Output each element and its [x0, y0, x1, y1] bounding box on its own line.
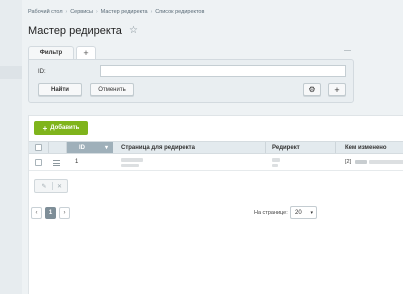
- breadcrumb-item-services[interactable]: Сервисы: [70, 9, 93, 15]
- column-header-id[interactable]: ID ▾: [67, 142, 113, 153]
- column-header-changed-by[interactable]: Кем изменено: [345, 142, 387, 153]
- favorite-star-icon[interactable]: ☆: [129, 25, 138, 36]
- cancel-button[interactable]: Отменить: [90, 83, 134, 96]
- breadcrumb-item-redirect-list[interactable]: Список редиректов: [155, 9, 204, 15]
- sort-arrow-icon: ▾: [104, 145, 108, 151]
- add-button[interactable]: + Добавить: [34, 121, 88, 135]
- row-menu-icon[interactable]: [53, 160, 60, 166]
- column-divider: [48, 142, 49, 153]
- column-divider: [335, 142, 336, 153]
- filter-minimize-icon[interactable]: —: [344, 47, 351, 54]
- grid-header: ID ▾ Страница для редиректа Редирект Кем…: [29, 141, 403, 154]
- pager-prev-button[interactable]: ‹: [31, 207, 42, 219]
- table-row[interactable]: 1 [2]: [29, 155, 403, 171]
- per-page-select[interactable]: 20 ▾: [290, 206, 317, 219]
- breadcrumb-separator: ›: [96, 9, 98, 15]
- plus-icon: +: [42, 123, 48, 133]
- page-title: Мастер редиректа: [28, 25, 122, 37]
- delete-x-icon[interactable]: ✕: [52, 182, 66, 190]
- pager-next-button[interactable]: ›: [59, 207, 70, 219]
- add-button-label: Добавить: [50, 125, 80, 131]
- column-header-redirect[interactable]: Редирект: [272, 142, 300, 153]
- breadcrumb-item-desktop[interactable]: Рабочий стол: [28, 9, 63, 15]
- row-id: 1: [75, 159, 79, 165]
- per-page-value: 20: [295, 209, 302, 216]
- filter-settings-gear-icon[interactable]: ⚙: [303, 83, 321, 96]
- redacted-user-name: [355, 160, 367, 164]
- changed-by-id: [2]: [345, 159, 352, 165]
- select-all-checkbox[interactable]: [35, 144, 42, 151]
- row-checkbox[interactable]: [35, 159, 42, 166]
- left-sidebar: [0, 0, 22, 294]
- edit-pencil-icon[interactable]: ✎: [37, 182, 51, 190]
- redacted-page-url: [121, 158, 143, 162]
- id-filter-label: ID:: [38, 69, 46, 75]
- breadcrumb-separator: ›: [150, 9, 153, 15]
- redacted-user-name: [369, 160, 403, 164]
- filter-panel: ID: Найти Отменить ⚙ +: [28, 59, 354, 103]
- tab-filter[interactable]: Фильтр: [28, 46, 74, 59]
- column-divider: [265, 142, 266, 153]
- add-filter-field-button[interactable]: +: [328, 83, 346, 96]
- list-container: + Добавить ID ▾ Страница для редиректа Р…: [28, 115, 403, 294]
- per-page-label: На странице:: [254, 210, 288, 216]
- find-button[interactable]: Найти: [38, 83, 82, 96]
- dropdown-arrow-icon: ▾: [310, 210, 313, 216]
- column-header-id-label: ID: [79, 144, 85, 151]
- pager-current-page[interactable]: 1: [45, 207, 56, 219]
- redacted-page-url: [121, 164, 139, 167]
- redacted-redirect-url: [272, 158, 280, 162]
- add-filter-tab-button[interactable]: +: [76, 46, 96, 59]
- breadcrumb-separator: ›: [65, 9, 68, 15]
- row-actions-group: ✎ ✕: [34, 179, 68, 193]
- redacted-redirect-url: [272, 164, 278, 167]
- id-filter-input[interactable]: [100, 65, 346, 77]
- breadcrumb-item-redirect-master[interactable]: Мастер редиректа: [101, 9, 148, 15]
- breadcrumb: Рабочий стол › Сервисы › Мастер редиректа › Сп…: [28, 9, 204, 15]
- column-header-page[interactable]: Страница для редиректа: [121, 142, 195, 153]
- left-sidebar-selected-item[interactable]: [0, 66, 22, 79]
